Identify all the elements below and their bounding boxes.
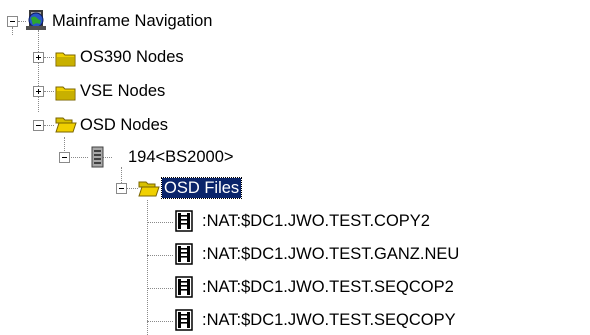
server-icon: [86, 146, 110, 168]
expand-toggle[interactable]: [33, 86, 44, 97]
file-icon: [172, 276, 196, 298]
tree-connector: [147, 200, 148, 335]
tree-node-label[interactable]: OS390 Nodes: [78, 47, 186, 67]
tree-connector: [44, 125, 54, 126]
tree-node-label[interactable]: OSD Nodes: [78, 115, 170, 135]
file-icon: [172, 309, 196, 331]
tree-connector: [44, 57, 54, 58]
tree-connector: [147, 222, 173, 223]
collapse-toggle[interactable]: [7, 16, 18, 27]
mainframe-globe-icon: [24, 9, 48, 31]
tree-connector: [38, 30, 39, 112]
expand-toggle[interactable]: [33, 52, 44, 63]
folder-closed-icon: [54, 47, 78, 69]
tree-node-label[interactable]: :NAT:$DC1.JWO.TEST.SEQCOPY: [200, 310, 458, 330]
tree-connector: [121, 167, 122, 183]
tree-connector: [147, 288, 173, 289]
tree-node-label[interactable]: 194<BS2000>: [126, 147, 236, 167]
tree-connector: [44, 91, 54, 92]
mainframe-navigation-tree[interactable]: Mainframe Navigation OS390 Nodes VSE Nod…: [0, 0, 590, 335]
collapse-toggle[interactable]: [33, 120, 44, 131]
tree-node-label[interactable]: Mainframe Navigation: [50, 11, 215, 31]
file-icon: [172, 243, 196, 265]
file-icon: [172, 210, 196, 232]
folder-closed-icon: [54, 81, 78, 103]
folder-open-icon: [54, 113, 78, 135]
tree-node-label[interactable]: VSE Nodes: [78, 81, 167, 101]
tree-node-label[interactable]: :NAT:$DC1.JWO.TEST.COPY2: [200, 211, 432, 231]
tree-connector: [12, 27, 13, 35]
tree-node-label[interactable]: :NAT:$DC1.JWO.TEST.GANZ.NEU: [200, 244, 461, 264]
collapse-toggle[interactable]: [59, 152, 70, 163]
collapse-toggle[interactable]: [116, 183, 127, 194]
tree-node-label-selected[interactable]: OSD Files: [160, 177, 243, 199]
folder-open-icon: [137, 177, 161, 199]
tree-connector: [147, 321, 173, 322]
tree-node-label[interactable]: :NAT:$DC1.JWO.TEST.SEQCOP2: [200, 277, 456, 297]
tree-connector: [147, 255, 173, 256]
